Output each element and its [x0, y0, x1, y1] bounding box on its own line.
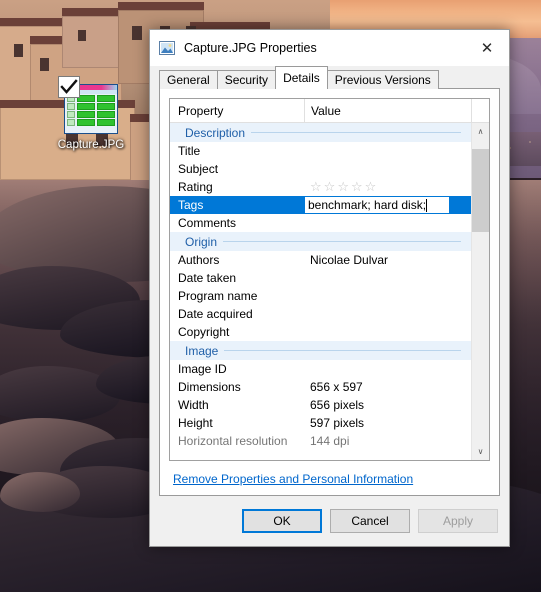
scroll-up-icon[interactable]: ∧ — [472, 123, 489, 140]
tags-input-value: benchmark; hard disk; — [308, 198, 427, 212]
dialog-title: Capture.JPG Properties — [184, 41, 317, 55]
section-header-image: Image — [170, 341, 471, 360]
rating-stars[interactable]: ☆ ☆ ☆ ☆ ☆ — [310, 181, 471, 194]
section-label: Origin — [185, 234, 218, 249]
table-row-dimensions[interactable]: Dimensions 656 x 597 — [170, 378, 471, 396]
table-row-image-id[interactable]: Image ID — [170, 360, 471, 378]
property-name: Date taken — [178, 271, 237, 285]
star-icon[interactable]: ☆ — [310, 181, 322, 194]
section-label: Description — [185, 125, 246, 140]
column-header-value[interactable]: Value — [304, 99, 471, 122]
apply-button: Apply — [418, 509, 498, 533]
table-row-authors[interactable]: Authors Nicolae Dulvar — [170, 251, 471, 269]
column-header-property[interactable]: Property — [170, 104, 304, 118]
property-name: Height — [178, 416, 213, 430]
tab-security[interactable]: Security — [216, 70, 277, 89]
table-row-tags[interactable]: Tags benchmark; hard disk; — [170, 196, 471, 214]
property-name: Title — [178, 144, 201, 158]
property-name: Rating — [178, 180, 213, 194]
file-thumbnail — [58, 76, 118, 134]
property-name: Tags — [178, 198, 204, 212]
section-header-description: Description — [170, 123, 471, 142]
property-value: 656 pixels — [310, 398, 365, 412]
table-row-program-name[interactable]: Program name — [170, 287, 471, 305]
dialog-button-bar: OK Cancel Apply — [150, 496, 509, 546]
scrollbar-track[interactable] — [472, 140, 489, 443]
table-row-copyright[interactable]: Copyright — [170, 323, 471, 341]
property-name: Subject — [178, 162, 219, 176]
table-row-date-acquired[interactable]: Date acquired — [170, 305, 471, 323]
section-rule — [251, 132, 461, 133]
close-icon[interactable]: ✕ — [465, 30, 509, 66]
property-name: Dimensions — [178, 380, 241, 394]
checkmark-icon[interactable] — [58, 76, 80, 98]
property-value: ☆ ☆ ☆ ☆ ☆ — [304, 181, 471, 194]
section-rule — [224, 350, 461, 351]
star-icon[interactable]: ☆ — [365, 181, 377, 194]
desktop-icon-label: Capture.JPG — [57, 139, 125, 151]
property-list: Property Value Description Title Subject… — [169, 98, 490, 461]
property-name: Authors — [178, 253, 220, 267]
property-name: Date acquired — [178, 307, 253, 321]
table-row-date-taken[interactable]: Date taken — [170, 269, 471, 287]
properties-dialog: Capture.JPG Properties ✕ General Securit… — [149, 29, 510, 547]
desktop-icon-capture-jpg[interactable]: Capture.JPG — [48, 76, 134, 153]
section-rule — [223, 241, 461, 242]
property-value: 144 dpi — [310, 434, 350, 448]
section-header-origin: Origin — [170, 232, 471, 251]
property-name: Program name — [178, 289, 258, 303]
property-value: 597 pixels — [310, 416, 365, 430]
tags-input[interactable]: benchmark; hard disk; — [304, 196, 450, 214]
property-rows: Description Title Subject Rating ☆ ☆ ☆ ☆… — [170, 123, 471, 460]
table-row-comments[interactable]: Comments — [170, 214, 471, 232]
property-list-body: Description Title Subject Rating ☆ ☆ ☆ ☆… — [170, 123, 489, 460]
property-name: Copyright — [178, 325, 230, 339]
property-value: Nicolae Dulvar — [310, 253, 389, 267]
property-name: Comments — [178, 216, 237, 230]
table-row-width[interactable]: Width 656 pixels — [170, 396, 471, 414]
dialog-titlebar[interactable]: Capture.JPG Properties ✕ — [150, 30, 509, 66]
vertical-scrollbar[interactable]: ∧ ∨ — [471, 123, 489, 460]
ok-button[interactable]: OK — [242, 509, 322, 533]
table-row-subject[interactable]: Subject — [170, 160, 471, 178]
star-icon[interactable]: ☆ — [337, 181, 349, 194]
property-name: Width — [178, 398, 209, 412]
section-label: Image — [185, 343, 219, 358]
column-header-spacer — [471, 99, 489, 122]
property-list-header: Property Value — [170, 99, 489, 123]
scroll-down-icon[interactable]: ∨ — [472, 443, 489, 460]
details-tab-panel: Property Value Description Title Subject… — [159, 88, 500, 496]
tab-previous-versions[interactable]: Previous Versions — [326, 70, 439, 89]
privacy-link-row: Remove Properties and Personal Informati… — [160, 461, 499, 495]
star-icon[interactable]: ☆ — [324, 181, 336, 194]
text-caret — [426, 198, 428, 212]
table-row-horizontal-resolution[interactable]: Horizontal resolution 144 dpi — [170, 432, 471, 450]
remove-properties-link[interactable]: Remove Properties and Personal Informati… — [173, 472, 413, 486]
scrollbar-thumb[interactable] — [472, 149, 489, 232]
table-row-title[interactable]: Title — [170, 142, 471, 160]
tab-details[interactable]: Details — [275, 66, 328, 89]
table-row-height[interactable]: Height 597 pixels — [170, 414, 471, 432]
property-name: Horizontal resolution — [178, 434, 288, 448]
table-row-rating[interactable]: Rating ☆ ☆ ☆ ☆ ☆ — [170, 178, 471, 196]
property-value: 656 x 597 — [310, 380, 363, 394]
tab-strip: General Security Details Previous Versio… — [159, 66, 509, 89]
property-name: Image ID — [178, 362, 227, 376]
cancel-button[interactable]: Cancel — [330, 509, 410, 533]
star-icon[interactable]: ☆ — [351, 181, 363, 194]
image-file-icon — [159, 40, 175, 56]
tab-general[interactable]: General — [159, 70, 218, 89]
